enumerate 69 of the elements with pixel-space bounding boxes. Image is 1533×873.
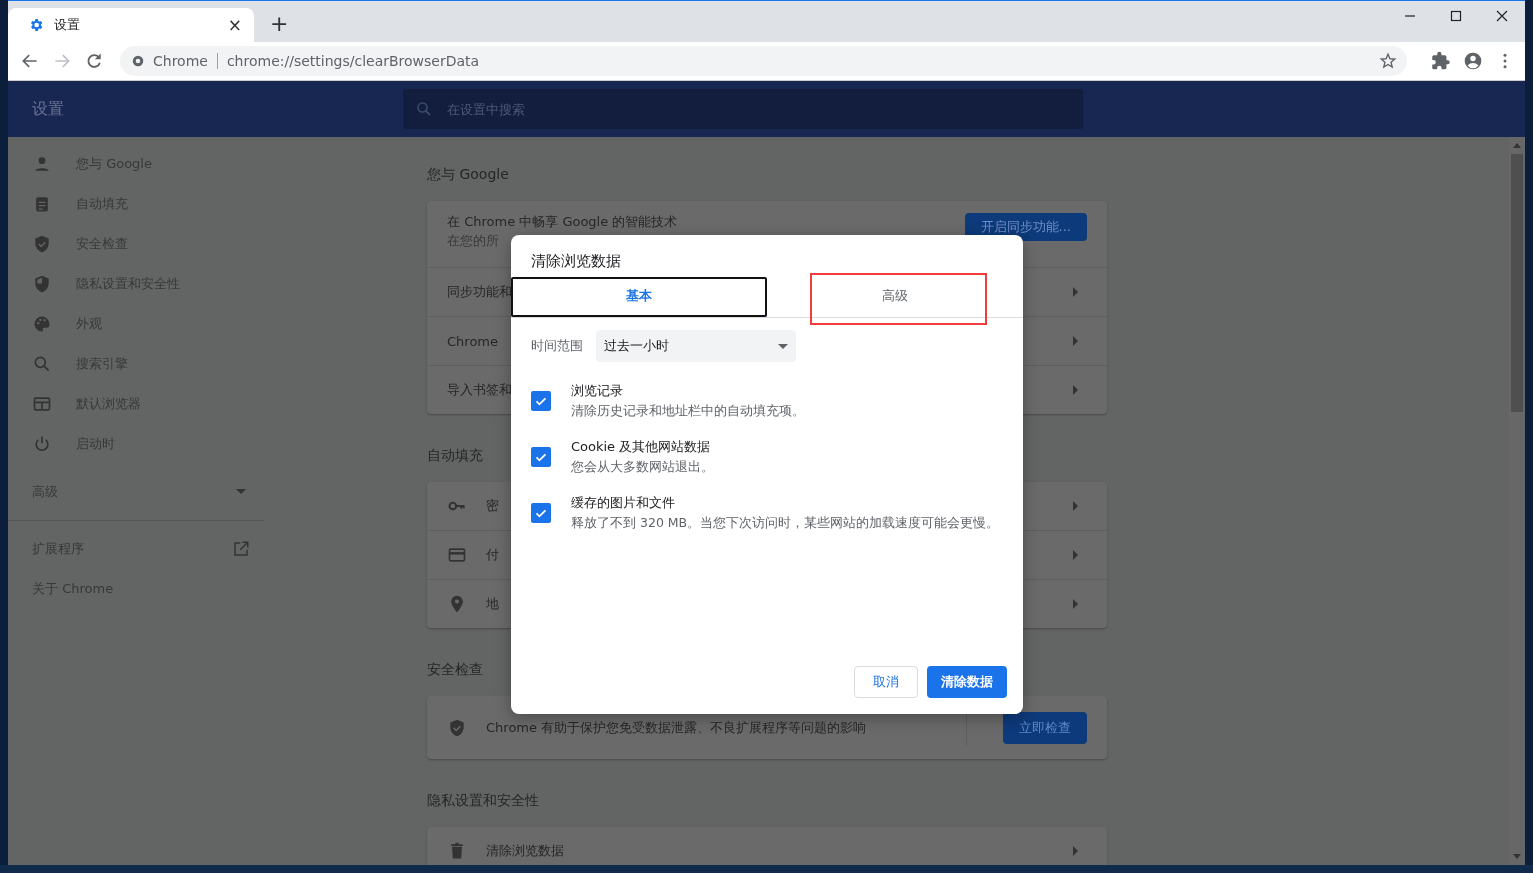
url-text: chrome://settings/clearBrowserData: [226, 53, 481, 69]
star-icon[interactable]: [1379, 52, 1397, 70]
caret-icon: [236, 489, 246, 495]
shield-half-icon: [32, 274, 52, 294]
arrow-icon[interactable]: [1073, 501, 1079, 511]
checkbox[interactable]: [531, 447, 551, 467]
arrow-icon[interactable]: [1073, 385, 1079, 395]
checkbox[interactable]: [531, 503, 551, 523]
option-description: 释放了不到 320 MB。当您下次访问时，某些网站的加载速度可能会更慢。: [571, 515, 1000, 532]
new-tab-button[interactable]: +: [270, 12, 289, 36]
maximize-icon[interactable]: [1450, 10, 1462, 22]
address-bar[interactable]: Chrome chrome://settings/clearBrowserData: [120, 46, 1407, 76]
arrow-icon[interactable]: [1073, 846, 1079, 856]
palette-icon: [32, 314, 52, 334]
chrome-icon: [132, 55, 144, 67]
browser-tab[interactable]: 设置 ×: [8, 8, 254, 42]
power-icon: [32, 434, 52, 454]
clear-data-button[interactable]: 清除数据: [927, 666, 1007, 698]
row-label[interactable]: Chrome: [447, 333, 498, 349]
section-title: 自动填充: [427, 446, 483, 465]
close-icon[interactable]: [1496, 10, 1508, 22]
shield-icon: [447, 717, 467, 738]
row-label[interactable]: 同步功能和: [447, 283, 512, 301]
browser-icon: [32, 394, 52, 414]
row-label[interactable]: 付: [486, 546, 499, 564]
settings-icon: [28, 17, 44, 33]
scrollbar-thumb[interactable]: [1511, 154, 1523, 412]
option-title: Cookie 及其他网站数据: [571, 438, 712, 456]
arrow-icon[interactable]: [1073, 336, 1079, 346]
scroll-up-icon[interactable]: [1513, 143, 1521, 148]
cancel-button[interactable]: 取消: [854, 666, 918, 698]
section-title: 隐私设置和安全性: [427, 791, 539, 810]
option-title: 浏览记录: [571, 382, 624, 400]
option-title: 缓存的图片和文件: [571, 494, 676, 512]
row-label[interactable]: 导入书签和: [447, 381, 512, 399]
time-range-select[interactable]: 过去一小时: [596, 330, 796, 362]
action-button[interactable]: 立即检查: [1003, 711, 1087, 744]
section-title: 您与 Google: [427, 165, 509, 184]
settings-title: 设置: [31, 98, 65, 120]
search-icon: [32, 354, 52, 374]
external-link-icon: [232, 540, 250, 558]
row-label[interactable]: 地: [486, 595, 499, 613]
scroll-down-icon[interactable]: [1513, 854, 1521, 859]
action-button[interactable]: 开启同步功能...: [964, 213, 1087, 241]
dialog-title: 清除浏览数据: [530, 251, 622, 272]
dialog-tab[interactable]: 高级: [767, 277, 1023, 317]
row-label[interactable]: 清除浏览数据: [486, 842, 564, 860]
arrow-icon[interactable]: [1073, 599, 1079, 609]
puzzle-icon[interactable]: [1431, 51, 1451, 71]
card-icon: [447, 545, 467, 565]
arrow-icon[interactable]: [1073, 550, 1079, 560]
row-label[interactable]: 密: [486, 497, 499, 515]
site-label: Chrome: [153, 53, 208, 69]
option-description: 您会从大多数网站退出。: [571, 459, 714, 476]
row-label[interactable]: 在 Chrome 中畅享 Google 的智能技术: [447, 213, 678, 231]
arrow-icon[interactable]: [1073, 287, 1079, 297]
section-title: 安全检查: [427, 660, 483, 679]
dialog-tab[interactable]: 基本: [511, 277, 767, 317]
tab-title: 设置: [54, 16, 81, 34]
shield-check-icon: [32, 234, 52, 254]
time-range-label: 时间范围: [531, 337, 583, 355]
row-label[interactable]: Chrome 有助于保护您免受数据泄露、不良扩展程序等问题的影响: [486, 718, 867, 737]
close-tab-button[interactable]: ×: [227, 15, 242, 35]
dropdown-icon: [778, 343, 788, 349]
profile-icon[interactable]: [1463, 51, 1483, 71]
checkbox[interactable]: [531, 391, 551, 411]
person-icon: [32, 154, 52, 174]
search-icon: [415, 100, 433, 118]
option-description: 清除历史记录和地址栏中的自动填充项。: [571, 403, 805, 420]
